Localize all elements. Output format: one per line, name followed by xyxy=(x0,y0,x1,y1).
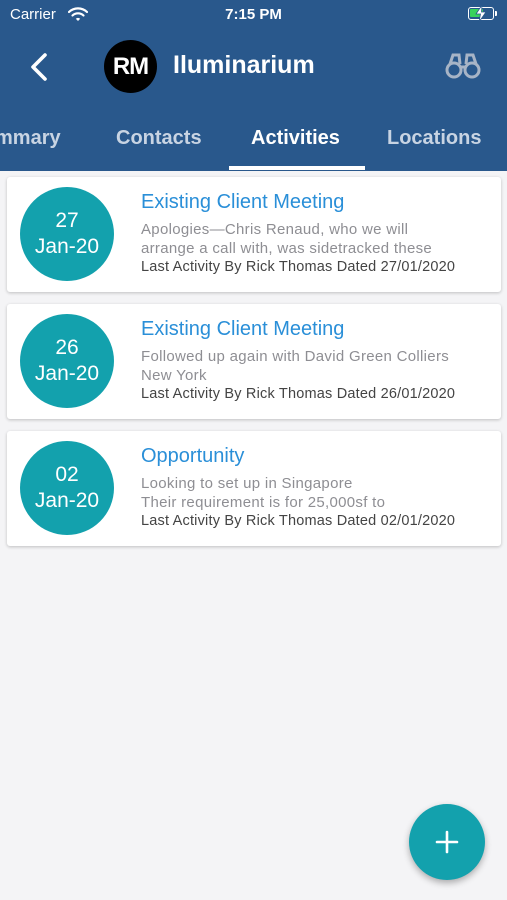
battery-cap xyxy=(495,11,497,16)
page-title: Iluminarium xyxy=(173,51,315,79)
tab-contacts[interactable]: Contacts xyxy=(116,127,202,150)
description-line: Apologies—Chris Renaud, who we will xyxy=(141,221,409,238)
binoculars-icon[interactable] xyxy=(445,52,481,85)
status-time: 7:15 PM xyxy=(225,6,282,23)
date-month: Jan-20 xyxy=(34,235,100,258)
active-tab-indicator xyxy=(229,166,365,170)
date-day: 26 xyxy=(55,336,79,359)
date-month: Jan-20 xyxy=(34,489,100,512)
description-line: Followed up again with David Green Colli… xyxy=(141,348,450,365)
activity-card[interactable]: 02 Jan-20 Opportunity Looking to set up … xyxy=(7,431,501,546)
activity-meta: Last Activity By Rick Thomas Dated 02/01… xyxy=(141,513,456,529)
activity-description: Looking to set up in Singapore Their req… xyxy=(141,474,491,512)
description-line: arrange a call with, was sidetracked the… xyxy=(141,240,433,257)
tab-locations[interactable]: Locations xyxy=(387,127,481,150)
tab-bar: mmary Contacts Activities Locations xyxy=(0,112,507,171)
plus-icon xyxy=(409,804,485,880)
description-line: New York xyxy=(141,367,207,384)
activity-title[interactable]: Opportunity xyxy=(141,445,244,468)
date-month: Jan-20 xyxy=(34,362,100,385)
navigation-bar: RM Iluminarium xyxy=(0,30,507,105)
charging-bolt-icon xyxy=(475,3,487,27)
date-day: 27 xyxy=(55,209,79,232)
date-badge: 26 Jan-20 xyxy=(20,314,114,408)
activity-meta: Last Activity By Rick Thomas Dated 27/01… xyxy=(141,259,456,275)
description-line: Their requirement is for 25,000sf to xyxy=(141,494,386,511)
app-header: Carrier 7:15 PM RM Iluminarium mmary Con… xyxy=(0,0,507,171)
chevron-left-icon xyxy=(26,53,54,86)
back-button[interactable] xyxy=(26,52,54,82)
status-bar: Carrier 7:15 PM xyxy=(0,0,507,30)
activity-meta: Last Activity By Rick Thomas Dated 26/01… xyxy=(141,386,456,402)
tab-activities[interactable]: Activities xyxy=(251,127,340,150)
activity-description: Followed up again with David Green Colli… xyxy=(141,347,491,385)
activity-card[interactable]: 26 Jan-20 Existing Client Meeting Follow… xyxy=(7,304,501,419)
activity-title[interactable]: Existing Client Meeting xyxy=(141,318,344,341)
add-activity-button[interactable] xyxy=(409,804,485,880)
tab-summary[interactable]: mmary xyxy=(0,127,61,150)
date-badge: 27 Jan-20 xyxy=(20,187,114,281)
activity-title[interactable]: Existing Client Meeting xyxy=(141,191,344,214)
description-line: Looking to set up in Singapore xyxy=(141,475,353,492)
date-badge: 02 Jan-20 xyxy=(20,441,114,535)
activity-description: Apologies—Chris Renaud, who we will arra… xyxy=(141,220,491,258)
company-avatar: RM xyxy=(104,40,157,93)
date-day: 02 xyxy=(55,463,79,486)
activity-card[interactable]: 27 Jan-20 Existing Client Meeting Apolog… xyxy=(7,177,501,292)
